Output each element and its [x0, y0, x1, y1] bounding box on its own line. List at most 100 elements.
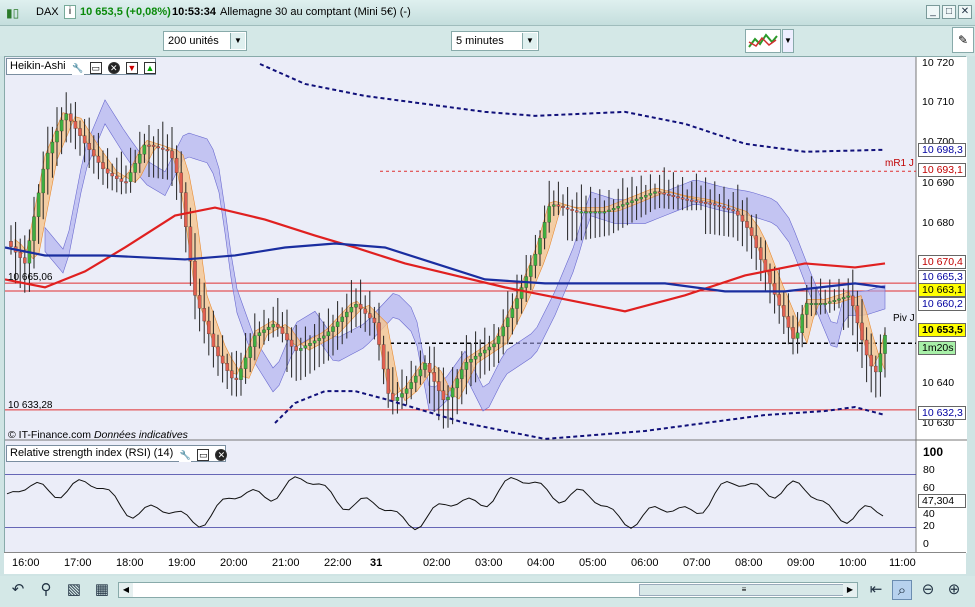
candle-body — [602, 211, 607, 214]
side-panel-toggle-button[interactable]: ✎ — [952, 27, 974, 53]
candle-body — [680, 197, 685, 200]
scroll-left-button[interactable]: ◀ — [119, 583, 133, 597]
time-tick: 31 — [370, 557, 383, 569]
alarm-icon[interactable]: ⚲ — [36, 580, 56, 600]
candle-body — [552, 204, 556, 207]
scroll-right-button[interactable]: ▶ — [843, 583, 857, 597]
indicators-button[interactable] — [745, 29, 781, 53]
table-icon[interactable]: ▦ — [92, 580, 112, 600]
rsi-tick: 20 — [923, 520, 935, 532]
minimize-button[interactable]: _ — [926, 5, 940, 19]
candle-body — [381, 344, 386, 370]
candle-body — [685, 198, 689, 201]
main-legend[interactable]: Heikin-Ashi 🔧 ▭ ✕ ▼ ▲ — [6, 58, 156, 75]
rsi-tick: 100 — [923, 445, 944, 459]
candle-body — [395, 397, 400, 401]
candle-body — [763, 259, 768, 272]
rsi-tick: 80 — [923, 464, 935, 476]
window-icon[interactable]: ▭ — [89, 62, 102, 74]
interval-select[interactable]: 5 minutes ▼ — [451, 31, 539, 51]
horizontal-scrollbar[interactable]: ◀ ≡ ▶ — [118, 582, 858, 598]
candle-body — [69, 113, 73, 122]
scroll-thumb[interactable]: ≡ — [639, 584, 849, 596]
wrench-icon[interactable]: 🔧 — [179, 450, 192, 462]
candle-body — [607, 209, 611, 212]
candle-body — [133, 163, 137, 173]
candle-body — [713, 203, 717, 206]
candle-body — [174, 157, 179, 173]
candle-body — [59, 119, 64, 132]
price-tick: 10 710 — [922, 96, 955, 108]
price-box: 10 632,3 — [918, 406, 966, 420]
candle-body — [78, 128, 82, 136]
candle-body — [423, 363, 427, 370]
price-axis[interactable]: 10 720 10 710 10 700 10 690 10 680 10 64… — [916, 57, 966, 432]
candle-body — [731, 209, 735, 212]
candle-body — [694, 200, 699, 203]
candle-body — [460, 369, 464, 379]
time-axis[interactable]: 16:00 17:00 18:00 19:00 20:00 21:00 22:00 31 02:… — [4, 552, 966, 574]
candle-body — [119, 178, 124, 182]
time-tick: 07:00 — [683, 557, 711, 569]
move-up-icon[interactable]: ▲ — [143, 62, 156, 74]
info-icon[interactable]: i — [64, 5, 76, 19]
price-box: 10 693,1 — [918, 163, 966, 177]
undo-icon[interactable]: ↶ — [8, 580, 28, 600]
candle-body — [496, 335, 501, 345]
candle-body — [308, 343, 312, 346]
time-tick: 16:00 — [12, 557, 40, 569]
candle-body — [828, 301, 832, 304]
price-change: 10 653,5 (+0,08%) — [80, 6, 171, 18]
time-tick: 04:00 — [527, 557, 555, 569]
zoom-out-icon[interactable]: ⊖ — [918, 580, 938, 600]
candle-body — [289, 339, 294, 347]
close-icon[interactable]: ✕ — [107, 62, 120, 74]
candle-body — [722, 206, 726, 209]
candle-body — [800, 314, 804, 334]
rsi-legend[interactable]: Relative strength index (RSI) (14) 🔧 ▭ ✕ — [6, 445, 228, 462]
candle-body — [547, 206, 551, 223]
candle-body — [533, 253, 538, 266]
candle-body — [717, 204, 722, 207]
copyright-label: © IT-Finance.com — [8, 429, 92, 441]
candle-body — [809, 303, 814, 305]
title-bar: ▮▯ DAX i 10 653,5 (+0,08%) 10:53:34 Alle… — [0, 0, 975, 26]
candle-body — [285, 333, 289, 341]
candle-body — [851, 295, 855, 306]
move-down-icon[interactable]: ▼ — [125, 62, 138, 74]
wrench-icon[interactable]: 🔧 — [71, 63, 84, 75]
navigation-icon[interactable]: ⇤ — [866, 580, 886, 600]
candle-body — [276, 324, 280, 328]
rsi-tick: 0 — [923, 538, 929, 550]
close-icon[interactable]: ✕ — [215, 449, 228, 461]
candle-body — [340, 316, 344, 322]
candle-body — [823, 303, 827, 305]
candle-body — [768, 271, 772, 284]
zoom-in-icon[interactable]: ⊕ — [944, 580, 964, 600]
candle-body — [864, 339, 869, 356]
chevron-down-icon[interactable]: ▼ — [522, 33, 537, 49]
auto-zoom-icon[interactable]: ⌕ — [892, 580, 912, 600]
candle-body — [432, 372, 436, 382]
candle-body — [216, 346, 220, 357]
chevron-down-icon[interactable]: ▼ — [230, 33, 245, 49]
maximize-button[interactable]: □ — [942, 5, 956, 19]
window-icon[interactable]: ▭ — [197, 449, 210, 461]
candle-body — [749, 227, 754, 236]
chart-canvas[interactable] — [5, 57, 967, 553]
close-button[interactable]: ✕ — [958, 5, 972, 19]
draw-icon[interactable]: ▧ — [64, 580, 84, 600]
candle-body — [266, 326, 271, 331]
current-price-box: 10 653,5 — [918, 323, 966, 337]
units-select[interactable]: 200 unités ▼ — [163, 31, 247, 51]
candle-body — [138, 153, 142, 164]
chart-panel[interactable] — [4, 56, 967, 553]
disclaimer-label: Données indicatives — [93, 429, 188, 441]
candle-body — [621, 204, 625, 207]
price-box: 10 698,3 — [918, 143, 966, 157]
candle-body — [202, 308, 206, 322]
indicators-dropdown-button[interactable]: ▼ — [782, 29, 794, 53]
candle-body — [197, 295, 202, 309]
time-tick: 06:00 — [631, 557, 659, 569]
candle-body — [736, 210, 740, 216]
